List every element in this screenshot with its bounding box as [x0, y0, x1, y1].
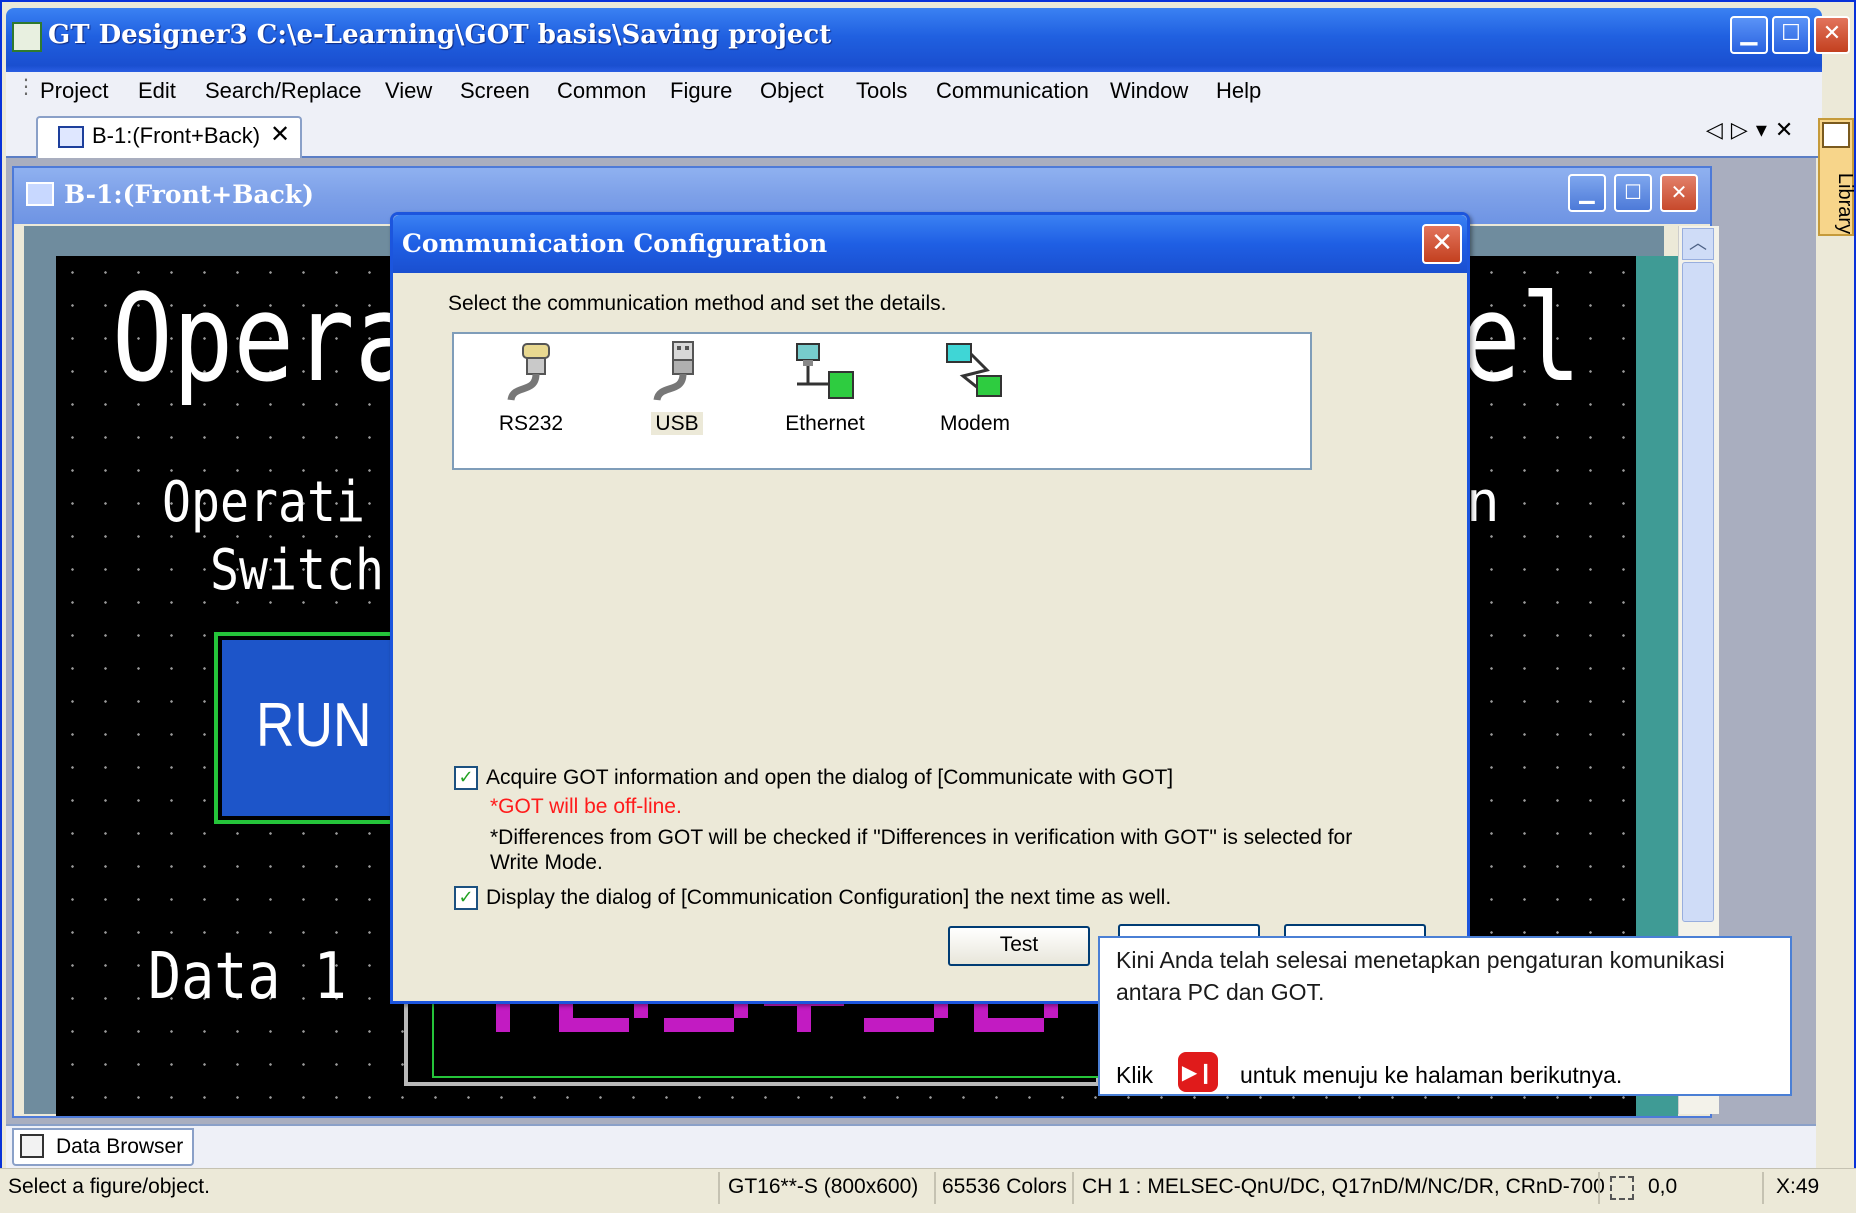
- tooltip-next-text: untuk menuju ke halaman berikutnya.: [1240, 1062, 1623, 1088]
- status-channel: CH 1 : MELSEC-QnU/DC, Q17nD/M/NC/DR, CRn…: [1082, 1175, 1605, 1198]
- screen-title-right: el: [1460, 270, 1582, 409]
- minimize-button[interactable]: ▁: [1730, 16, 1768, 54]
- data-1-label: Data 1: [148, 940, 347, 1014]
- tab-navigation-icons[interactable]: ◁▷▾✕: [1706, 118, 1801, 143]
- status-separator: [1072, 1172, 1074, 1204]
- tab-close-icon[interactable]: ✕: [270, 120, 290, 148]
- maximize-button[interactable]: ☐: [1772, 16, 1810, 54]
- tooltip-klik: Klik: [1116, 1062, 1154, 1088]
- menu-search-replace[interactable]: Search/Replace: [205, 78, 362, 104]
- screen-subtitle-1: Operati: [162, 470, 365, 535]
- menu-edit[interactable]: Edit: [138, 78, 176, 104]
- menu-project[interactable]: Project: [40, 78, 108, 104]
- data-browser-icon: [20, 1134, 44, 1158]
- coordinate-icon: [1610, 1176, 1634, 1200]
- menu-help[interactable]: Help: [1216, 78, 1261, 104]
- method-label: Ethernet: [785, 412, 865, 435]
- tab-label: B-1:(Front+Back): [92, 123, 261, 148]
- usb-cable-icon: [653, 341, 694, 402]
- next-page-button[interactable]: ▶❙: [1178, 1052, 1218, 1092]
- close-button[interactable]: ✕: [1814, 16, 1850, 54]
- display-next-time-checkbox[interactable]: ✓: [454, 886, 478, 910]
- menu-figure[interactable]: Figure: [670, 78, 732, 104]
- screen-subtitle-2: Switch: [210, 538, 384, 603]
- status-separator: [934, 1172, 936, 1204]
- status-separator: [718, 1172, 720, 1204]
- menu-object[interactable]: Object: [760, 78, 824, 104]
- child-minimize-button[interactable]: ▁: [1568, 174, 1606, 212]
- screen-title-left: Opera: [112, 270, 416, 409]
- method-usb[interactable]: USB: [622, 340, 732, 450]
- status-coordinates: 0,0: [1648, 1175, 1678, 1198]
- method-ethernet[interactable]: Ethernet: [770, 340, 880, 450]
- dialog-title: Communication Configuration: [402, 229, 828, 258]
- bottom-dock: [6, 1124, 1816, 1170]
- menu-tools[interactable]: Tools: [856, 78, 907, 104]
- screen-editor-title: B-1:(Front+Back): [64, 180, 314, 209]
- status-message: Select a figure/object.: [8, 1175, 210, 1198]
- menu-view[interactable]: View: [385, 78, 432, 104]
- test-button[interactable]: Test: [948, 926, 1090, 966]
- menu-window[interactable]: Window: [1110, 78, 1188, 104]
- child-close-button[interactable]: ✕: [1660, 174, 1698, 212]
- data-browser-label: Data Browser: [56, 1135, 184, 1158]
- method-rs232[interactable]: RS232: [476, 340, 586, 450]
- status-got-model: GT16**-S (800x600): [728, 1175, 919, 1198]
- verification-note: *Differences from GOT will be checked if…: [490, 826, 1353, 874]
- library-label: Library: [1834, 172, 1856, 235]
- screen-icon: [58, 126, 84, 148]
- display-next-time-label: Display the dialog of [Communication Con…: [486, 886, 1172, 909]
- status-x-position: X:49: [1776, 1175, 1820, 1198]
- child-maximize-button[interactable]: ☐: [1614, 174, 1652, 212]
- method-label: Modem: [939, 412, 1011, 435]
- modem-icon: [946, 343, 1002, 397]
- offline-warning: *GOT will be off-line.: [490, 795, 682, 818]
- menu-screen[interactable]: Screen: [460, 78, 530, 104]
- scroll-up-icon[interactable]: ︿: [1682, 228, 1714, 260]
- ethernet-network-icon: [796, 343, 854, 399]
- dialog-close-button[interactable]: ✕: [1422, 224, 1462, 264]
- library-book-icon: [1822, 122, 1850, 148]
- screen-subtitle-right: n: [1466, 470, 1500, 535]
- grip-icon: ⋮: [16, 74, 36, 98]
- scroll-thumb[interactable]: [1682, 262, 1714, 922]
- dialog-instruction: Select the communication method and set …: [448, 292, 947, 315]
- method-label: RS232: [498, 412, 564, 435]
- window-title: GT Designer3 C:\e-Learning\GOT basis\Sav…: [48, 20, 832, 50]
- menu-communication[interactable]: Communication: [936, 78, 1089, 104]
- gt-designer-icon: [12, 22, 42, 52]
- screen-icon: [26, 182, 54, 206]
- status-separator: [1762, 1172, 1764, 1204]
- method-modem[interactable]: Modem: [920, 340, 1030, 450]
- run-switch-label: RUN: [256, 691, 372, 760]
- tooltip-message: Kini Anda telah selesai menetapkan penga…: [1116, 947, 1725, 1005]
- acquire-got-info-label: Acquire GOT information and open the dia…: [486, 766, 1174, 789]
- serial-cable-icon: [507, 343, 550, 402]
- status-separator: [1598, 1172, 1600, 1204]
- acquire-got-info-checkbox[interactable]: ✓: [454, 766, 478, 790]
- status-colors: 65536 Colors: [942, 1175, 1067, 1198]
- menu-common[interactable]: Common: [557, 78, 646, 104]
- method-label: USB: [622, 412, 732, 436]
- method-label-text: USB: [651, 412, 703, 435]
